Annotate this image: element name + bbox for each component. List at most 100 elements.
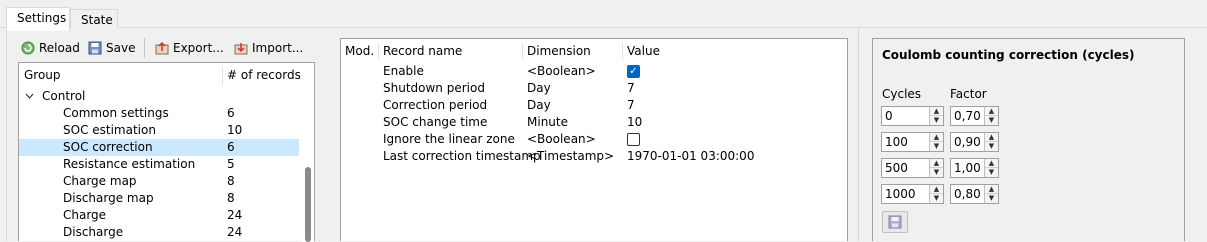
tree-item-selected[interactable]: SOC correction 6 (19, 139, 299, 156)
record-row[interactable]: Enable <Boolean> ✓ (341, 63, 847, 80)
reload-button[interactable]: Reload (21, 38, 80, 58)
tree-item[interactable]: Common settings 6 (19, 105, 299, 122)
record-dimension: Minute (527, 115, 568, 129)
spin-down-icon[interactable]: ▼ (985, 194, 998, 203)
factor-spinbox[interactable]: 0,70 ▲ ▼ (950, 106, 999, 126)
column-header-dimension[interactable]: Dimension (527, 39, 591, 63)
tree-item[interactable]: Resistance estimation 5 (19, 156, 299, 173)
record-table[interactable]: Mod. Record name Dimension Value Enable … (340, 38, 848, 241)
record-dimension: <Timestamp> (527, 149, 615, 163)
cycles-spinbox[interactable]: 0 ▲ ▼ (881, 106, 944, 126)
record-row[interactable]: Correction period Day 7 (341, 97, 847, 114)
cycles-value: 0 (885, 109, 893, 123)
tree-item-count: 10 (227, 123, 243, 137)
spin-down-icon[interactable]: ▼ (985, 168, 998, 177)
save-coulomb-button[interactable] (882, 211, 908, 233)
spin-buttons[interactable]: ▲ ▼ (984, 133, 998, 151)
record-value[interactable]: 7 (627, 80, 635, 97)
spin-up-icon[interactable]: ▲ (930, 185, 943, 194)
tree-item-name: Resistance estimation (63, 157, 196, 171)
spin-down-icon[interactable]: ▼ (985, 116, 998, 125)
tree-item-count: 8 (227, 174, 235, 188)
tree-root-control[interactable]: Control (19, 88, 299, 105)
tree-item[interactable]: SOC estimation 10 (19, 122, 299, 139)
spin-up-icon[interactable]: ▲ (985, 133, 998, 142)
spin-down-icon[interactable]: ▼ (930, 168, 943, 177)
factor-spinbox[interactable]: 1,00 ▲ ▼ (950, 158, 999, 178)
record-dimension: <Boolean> (527, 64, 596, 78)
column-header-record-name[interactable]: Record name (383, 39, 462, 63)
spin-down-icon[interactable]: ▼ (930, 142, 943, 151)
tree-item-name: SOC estimation (63, 123, 156, 137)
record-name: Enable (383, 64, 424, 78)
factor-spinbox[interactable]: 0,90 ▲ ▼ (950, 132, 999, 152)
group-tree[interactable]: Group # of records Control Common settin… (18, 62, 315, 242)
column-header-records[interactable]: # of records (227, 63, 301, 87)
export-button[interactable]: Export... (155, 38, 224, 58)
header-divider (378, 43, 379, 59)
spin-down-icon[interactable]: ▼ (985, 142, 998, 151)
cycles-label: Cycles (882, 87, 922, 101)
spin-up-icon[interactable]: ▲ (985, 185, 998, 194)
record-row[interactable]: Last correction timestamp <Timestamp> 19… (341, 148, 847, 165)
spin-buttons[interactable]: ▲ ▼ (984, 159, 998, 177)
spin-buttons[interactable]: ▲ ▼ (984, 185, 998, 203)
tree-item[interactable]: Discharge 24 (19, 224, 299, 241)
column-header-group[interactable]: Group (24, 63, 61, 87)
tab-settings[interactable]: Settings (6, 7, 70, 31)
tree-item-name: Discharge map (63, 191, 154, 205)
tree-item-name: SOC correction (63, 140, 153, 154)
tree-item-count: 6 (227, 140, 235, 154)
record-dimension: Day (527, 81, 551, 95)
spin-up-icon[interactable]: ▲ (985, 107, 998, 116)
column-header-value[interactable]: Value (627, 39, 660, 63)
spin-up-icon[interactable]: ▲ (930, 159, 943, 168)
import-icon (234, 43, 248, 55)
cycles-spinbox[interactable]: 1000 ▲ ▼ (881, 184, 944, 204)
tree-item-count: 8 (227, 191, 235, 205)
import-button[interactable]: Import... (234, 38, 303, 58)
cycles-spinbox[interactable]: 500 ▲ ▼ (881, 158, 944, 178)
cycles-spinbox[interactable]: 100 ▲ ▼ (881, 132, 944, 152)
factor-value: 0,70 (954, 109, 981, 123)
tree-scrollbar[interactable] (302, 87, 314, 242)
record-row[interactable]: Shutdown period Day 7 (341, 80, 847, 97)
spin-buttons[interactable]: ▲ ▼ (929, 185, 943, 203)
spin-up-icon[interactable]: ▲ (930, 107, 943, 116)
spin-buttons[interactable]: ▲ ▼ (929, 107, 943, 125)
tree-root-label: Control (42, 89, 86, 103)
tree-item-name: Discharge (63, 225, 124, 239)
record-row[interactable]: SOC change time Minute 10 (341, 114, 847, 131)
column-header-mod[interactable]: Mod. (345, 39, 374, 63)
factor-spinbox[interactable]: 0,80 ▲ ▼ (950, 184, 999, 204)
coulomb-title: Coulomb counting correction (cycles) (882, 48, 1135, 62)
spin-down-icon[interactable]: ▼ (930, 116, 943, 125)
ignore-linear-zone-checkbox[interactable] (627, 133, 640, 146)
reload-icon (21, 41, 35, 55)
spin-buttons[interactable]: ▲ ▼ (984, 107, 998, 125)
record-row[interactable]: Ignore the linear zone <Boolean> (341, 131, 847, 148)
chevron-down-icon[interactable] (25, 93, 34, 100)
spin-down-icon[interactable]: ▼ (930, 194, 943, 203)
spin-buttons[interactable]: ▲ ▼ (929, 133, 943, 151)
tree-item[interactable]: Discharge map 8 (19, 190, 299, 207)
save-button[interactable]: Save (88, 38, 135, 58)
record-name: Correction period (383, 98, 488, 112)
spin-buttons[interactable]: ▲ ▼ (929, 159, 943, 177)
tree-item-count: 24 (227, 208, 243, 222)
spin-up-icon[interactable]: ▲ (930, 133, 943, 142)
tree-item[interactable]: Charge 24 (19, 207, 299, 224)
record-value[interactable]: 10 (627, 114, 642, 131)
header-divider (622, 43, 623, 59)
factor-value: 1,00 (954, 161, 981, 175)
spin-up-icon[interactable]: ▲ (985, 159, 998, 168)
record-value[interactable]: 7 (627, 97, 635, 114)
tree-item[interactable]: Charge map 8 (19, 173, 299, 190)
tree-item-count: 24 (227, 225, 243, 239)
save-label: Save (106, 41, 136, 55)
save-icon (888, 215, 902, 229)
enable-checkbox[interactable]: ✓ (627, 65, 640, 78)
record-value[interactable]: 1970-01-01 03:00:00 (627, 148, 754, 165)
tree-header: Group # of records (19, 63, 314, 87)
scrollbar-thumb[interactable] (305, 167, 311, 242)
